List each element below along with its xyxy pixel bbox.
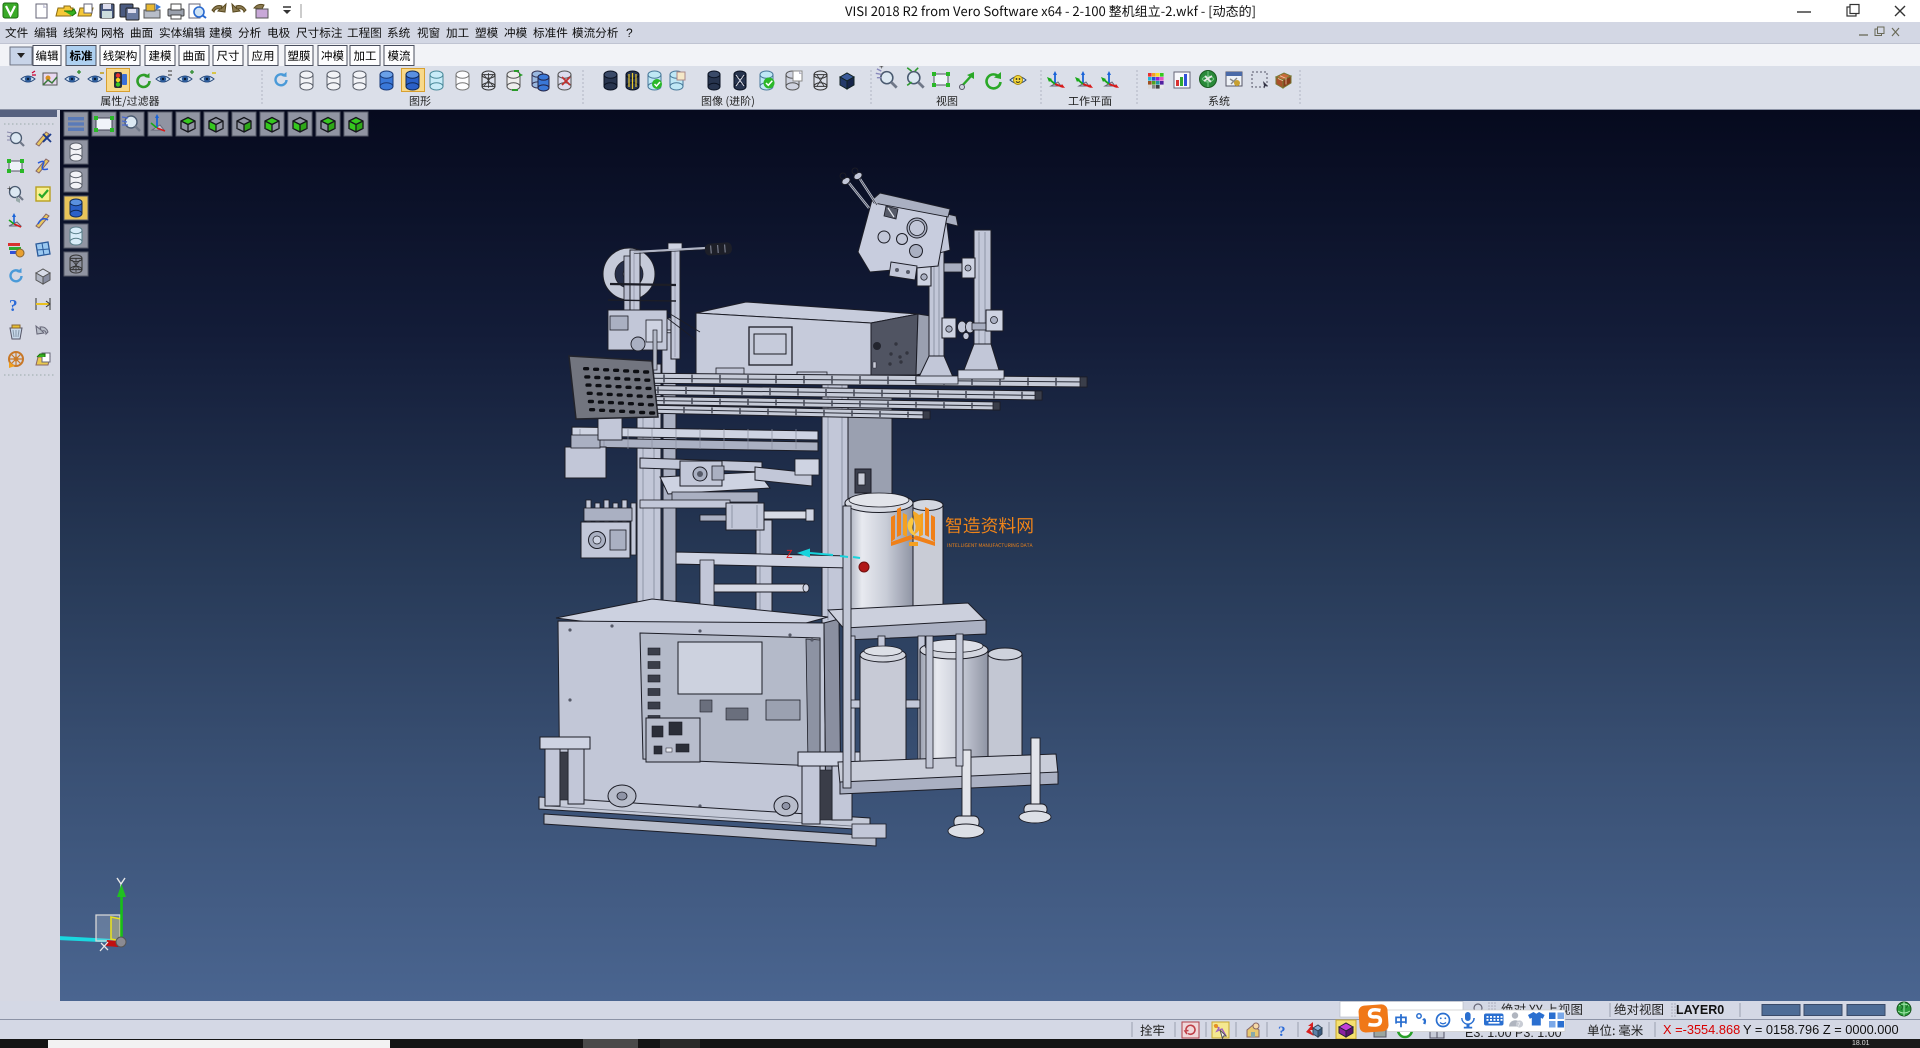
svg-text:+: +	[879, 66, 884, 71]
svg-text:?: ?	[626, 26, 633, 40]
svg-text:+: +	[7, 184, 12, 193]
svg-text:?: ?	[9, 296, 18, 315]
